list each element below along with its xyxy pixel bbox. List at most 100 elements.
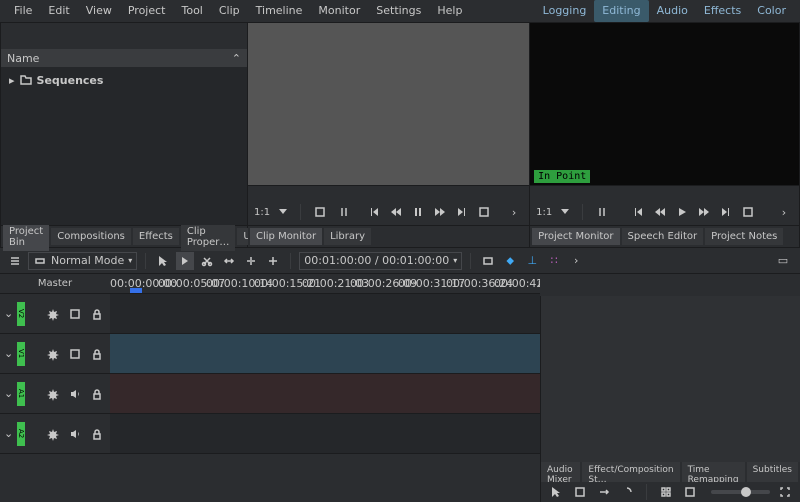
- side-panel-body[interactable]: [541, 296, 800, 462]
- track-effects-icon[interactable]: [44, 305, 62, 323]
- track-hide-icon[interactable]: [66, 345, 84, 363]
- tool-select-icon[interactable]: [154, 252, 172, 270]
- bb-render-icon[interactable]: [595, 483, 613, 501]
- prog-zoom-dropdown-icon[interactable]: [558, 204, 572, 221]
- snap-icon[interactable]: ⊥: [523, 252, 541, 270]
- clip-monitor-viewport[interactable]: [248, 23, 529, 185]
- track-lock-icon[interactable]: [88, 345, 106, 363]
- track-compositing-icon[interactable]: [6, 252, 24, 270]
- bb-icon-1[interactable]: [547, 483, 565, 501]
- bin-body[interactable]: ▸ Sequences: [1, 67, 247, 225]
- rewind-button[interactable]: [387, 203, 405, 221]
- tool-overwrite-icon[interactable]: [264, 252, 282, 270]
- tab-compositions[interactable]: Compositions: [51, 228, 131, 245]
- track-head-a2[interactable]: ⌄ A2: [0, 414, 110, 454]
- tab-project-monitor[interactable]: Project Monitor: [532, 228, 619, 245]
- clip-monitor-scrub[interactable]: [248, 185, 529, 199]
- timeline-ruler[interactable]: 00:00:00:00 00:00:05:07 00:00:10:14 00:0…: [110, 274, 540, 294]
- bb-sequence-icon[interactable]: [618, 483, 636, 501]
- track-tag-a1[interactable]: A1: [17, 382, 25, 406]
- workspace-effects[interactable]: Effects: [696, 0, 749, 22]
- forward-button[interactable]: [431, 203, 449, 221]
- timeline-lanes[interactable]: 00:00:00:00 00:00:05:07 00:00:10:14 00:0…: [110, 274, 540, 454]
- menu-file[interactable]: File: [6, 0, 40, 22]
- clip-zoom-dropdown-icon[interactable]: [276, 204, 290, 221]
- lane-v1[interactable]: [110, 334, 540, 374]
- tool-spacer-icon[interactable]: [220, 252, 238, 270]
- track-mute-icon[interactable]: [66, 385, 84, 403]
- timecode-display[interactable]: 00:01:00:00 / 00:01:00:00 ▾: [299, 252, 462, 270]
- program-monitor-scrub[interactable]: [530, 185, 799, 199]
- goto-end-button[interactable]: [453, 203, 471, 221]
- expand-icon[interactable]: ▸: [9, 74, 15, 87]
- timeline-menu-icon[interactable]: ▭: [774, 252, 792, 270]
- menu-monitor[interactable]: Monitor: [310, 0, 368, 22]
- guides-icon[interactable]: ∷: [545, 252, 563, 270]
- menu-edit[interactable]: Edit: [40, 0, 77, 22]
- menu-clip[interactable]: Clip: [211, 0, 248, 22]
- workspace-audio[interactable]: Audio: [649, 0, 696, 22]
- track-head-v2[interactable]: ⌄ V2: [0, 294, 110, 334]
- track-hide-icon[interactable]: [66, 305, 84, 323]
- menu-help[interactable]: Help: [429, 0, 470, 22]
- zoom-thumb[interactable]: [741, 487, 751, 497]
- lane-v2[interactable]: [110, 294, 540, 334]
- workspace-logging[interactable]: Logging: [535, 0, 595, 22]
- playhead[interactable]: [130, 288, 142, 294]
- prog-rewind-button[interactable]: [651, 203, 669, 221]
- prog-forward-button[interactable]: [695, 203, 713, 221]
- track-head-v1[interactable]: ⌄ V1: [0, 334, 110, 374]
- tab-subtitles[interactable]: Subtitles: [747, 462, 798, 482]
- track-tag-a2[interactable]: A2: [17, 422, 25, 446]
- fullscreen-icon[interactable]: [776, 483, 794, 501]
- tab-time-remap[interactable]: Time Remapping: [682, 462, 745, 482]
- track-mute-icon[interactable]: [66, 425, 84, 443]
- track-tag-v1[interactable]: V1: [17, 342, 25, 366]
- prog-set-in-button[interactable]: [593, 203, 611, 221]
- track-effects-icon[interactable]: [44, 385, 62, 403]
- clip-monitor-more-icon[interactable]: ›: [505, 203, 523, 221]
- zoom-slider[interactable]: [711, 490, 770, 494]
- pause-button[interactable]: [409, 203, 427, 221]
- menu-project[interactable]: Project: [120, 0, 174, 22]
- tab-project-notes[interactable]: Project Notes: [705, 228, 783, 245]
- prog-loop-button[interactable]: [739, 203, 757, 221]
- tool-insert-icon[interactable]: [242, 252, 260, 270]
- track-tag-v2[interactable]: V2: [17, 302, 25, 326]
- track-collapse-icon[interactable]: ⌄: [4, 387, 13, 400]
- track-collapse-icon[interactable]: ⌄: [4, 307, 13, 320]
- bin-item-sequences[interactable]: ▸ Sequences: [5, 71, 243, 89]
- track-collapse-icon[interactable]: ⌄: [4, 347, 13, 360]
- track-lock-icon[interactable]: [88, 425, 106, 443]
- lane-a2[interactable]: [110, 414, 540, 454]
- program-monitor-viewport[interactable]: In Point: [530, 23, 799, 185]
- tab-clip-monitor[interactable]: Clip Monitor: [250, 228, 322, 245]
- menu-timeline[interactable]: Timeline: [248, 0, 311, 22]
- tab-speech-editor[interactable]: Speech Editor: [622, 228, 704, 245]
- tab-effect-stack[interactable]: Effect/Composition St…: [582, 462, 679, 482]
- bb-grid-icon[interactable]: [657, 483, 675, 501]
- workspace-color[interactable]: Color: [749, 0, 794, 22]
- prog-goto-start-button[interactable]: [629, 203, 647, 221]
- track-collapse-icon[interactable]: ⌄: [4, 427, 13, 440]
- lane-a1[interactable]: [110, 374, 540, 414]
- track-effects-icon[interactable]: [44, 425, 62, 443]
- collapse-icon[interactable]: ⌃: [232, 52, 241, 65]
- track-effects-icon[interactable]: [44, 345, 62, 363]
- program-monitor-more-icon[interactable]: ›: [775, 203, 793, 221]
- bin-column-header[interactable]: Name ⌃: [1, 49, 247, 67]
- goto-start-button[interactable]: [365, 203, 383, 221]
- tab-effects[interactable]: Effects: [133, 228, 179, 245]
- tool-cut-icon[interactable]: [198, 252, 216, 270]
- tool-razor-icon[interactable]: [176, 252, 194, 270]
- bb-save-icon[interactable]: [571, 483, 589, 501]
- menu-settings[interactable]: Settings: [368, 0, 429, 22]
- set-in-button[interactable]: [311, 203, 329, 221]
- timeline-tb-more-icon[interactable]: ›: [567, 252, 585, 270]
- tab-project-bin[interactable]: Project Bin: [3, 223, 49, 251]
- tab-audio-mixer[interactable]: Audio Mixer: [541, 462, 580, 482]
- tab-library[interactable]: Library: [324, 228, 371, 245]
- workspace-editing[interactable]: Editing: [594, 0, 648, 22]
- edit-mode-dropdown[interactable]: Normal Mode ▾: [28, 252, 137, 270]
- master-track-header[interactable]: Master: [0, 274, 110, 294]
